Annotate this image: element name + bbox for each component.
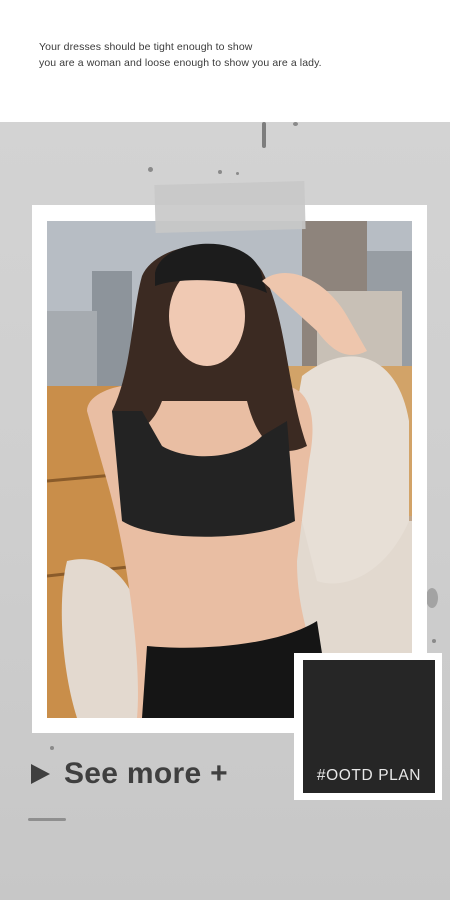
fashion-model-photo <box>47 221 412 718</box>
paint-speck <box>50 746 54 750</box>
quote-line-2: you are a woman and loose enough to show… <box>39 57 322 69</box>
page: Your dresses should be tight enough to s… <box>0 0 450 900</box>
paint-speck <box>426 588 438 608</box>
ootd-label: #OOTD PLAN <box>316 767 422 784</box>
see-more-button[interactable]: See more + <box>31 757 228 791</box>
paint-speck <box>432 639 436 643</box>
quote-text: Your dresses should be tight enough to s… <box>39 39 419 71</box>
paint-speck <box>148 167 153 172</box>
ootd-dark-box: #OOTD PLAN <box>303 660 435 793</box>
play-icon <box>31 764 50 784</box>
paint-speck <box>236 172 239 175</box>
masking-tape <box>154 181 306 233</box>
quote-line-1: Your dresses should be tight enough to s… <box>39 41 253 53</box>
ootd-card[interactable]: #OOTD PLAN <box>294 653 442 800</box>
photo-illustration <box>47 221 412 718</box>
paint-speck <box>218 170 222 174</box>
paint-drip <box>262 122 266 148</box>
see-more-label: See more + <box>64 757 228 790</box>
paint-smear <box>28 818 66 821</box>
paint-speck <box>293 122 298 126</box>
